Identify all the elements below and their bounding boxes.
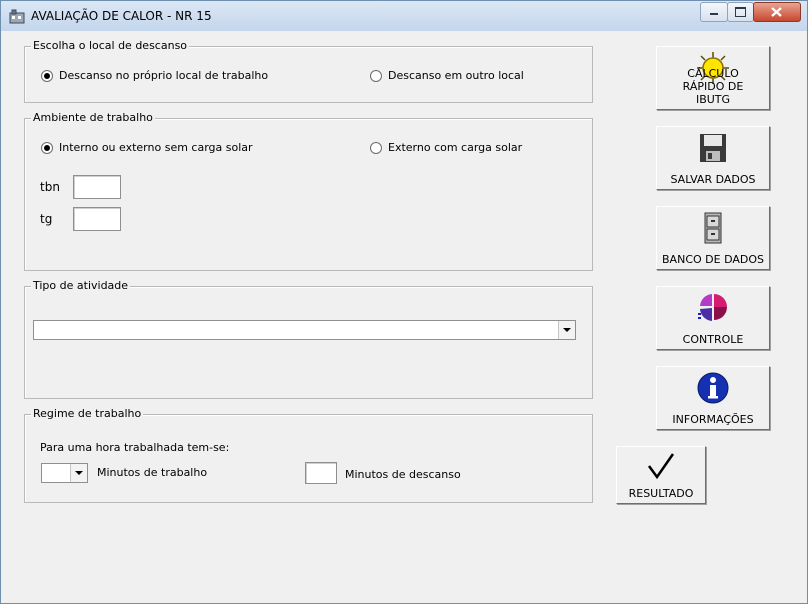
minimize-button[interactable] [700, 2, 728, 22]
regime-intro-text: Para uma hora trabalhada tem-se: [40, 441, 230, 454]
maximize-button[interactable] [727, 2, 754, 22]
quick-ibutg-label: CÁLCULO RÁPIDO DE IBUTG [682, 67, 744, 106]
checkmark-icon [647, 453, 675, 480]
radio-rest-other-label: Descanso em outro local [388, 69, 524, 82]
environment-legend: Ambiente de trabalho [31, 111, 155, 124]
maximize-icon [735, 7, 746, 17]
radio-env-internal-label: Interno ou externo sem carga solar [59, 141, 253, 154]
work-regime-group: Regime de trabalho Para uma hora trabalh… [24, 407, 593, 503]
radio-env-external[interactable]: Externo com carga solar [370, 141, 522, 154]
information-label: INFORMAÇÕES [672, 413, 754, 426]
activity-select-arrow[interactable] [558, 321, 575, 339]
radio-env-external-label: Externo com carga solar [388, 141, 523, 154]
main-window: AVALIAÇÃO DE CALOR - NR 15 Escolha o loc… [0, 0, 808, 604]
info-icon [697, 372, 729, 404]
radio-env-internal[interactable]: Interno ou externo sem carga solar [41, 141, 253, 154]
database-button[interactable]: BANCO DE DADOS [656, 206, 770, 270]
control-button[interactable]: CONTROLE [656, 286, 770, 350]
activity-select[interactable] [33, 320, 576, 340]
window-title: AVALIAÇÃO DE CALOR - NR 15 [31, 9, 212, 23]
work-minutes-select[interactable] [41, 463, 88, 483]
radio-dot[interactable] [41, 69, 53, 82]
save-data-label: SALVAR DADOS [670, 173, 756, 186]
radio-dot[interactable] [41, 141, 53, 154]
chevron-down-icon [563, 328, 571, 332]
tbn-input[interactable] [73, 175, 121, 199]
database-label: BANCO DE DADOS [662, 253, 764, 266]
chevron-down-icon [75, 471, 83, 475]
tg-input[interactable] [73, 207, 121, 231]
quick-ibutg-button[interactable]: CÁLCULO RÁPIDO DE IBUTG [656, 46, 770, 110]
tbn-label: tbn [40, 180, 60, 194]
pie-chart-icon [698, 294, 727, 321]
radio-dot[interactable] [370, 141, 382, 154]
rest-minutes-label: Minutos de descanso [345, 468, 461, 481]
result-label: RESULTADO [628, 487, 694, 500]
work-minutes-label: Minutos de trabalho [97, 466, 208, 479]
radio-rest-other[interactable]: Descanso em outro local [370, 69, 524, 82]
radio-rest-own[interactable]: Descanso no próprio local de trabalho [41, 69, 268, 82]
work-regime-legend: Regime de trabalho [31, 407, 144, 420]
save-data-button[interactable]: SALVAR DADOS [656, 126, 770, 190]
minimize-icon [710, 13, 718, 15]
rest-location-legend: Escolha o local de descanso [31, 39, 190, 52]
control-label: CONTROLE [682, 333, 744, 346]
close-icon [771, 7, 782, 17]
activity-group: Tipo de atividade [24, 279, 593, 399]
app-icon [9, 9, 25, 24]
radio-dot[interactable] [370, 69, 382, 82]
close-button[interactable] [753, 2, 801, 22]
rest-minutes-input[interactable] [305, 462, 337, 484]
tg-label: tg [40, 212, 53, 226]
work-minutes-arrow[interactable] [70, 464, 87, 482]
environment-group: Ambiente de trabalho Interno ou externo … [24, 111, 593, 271]
radio-rest-own-label: Descanso no próprio local de trabalho [59, 69, 269, 82]
title-bar: AVALIAÇÃO DE CALOR - NR 15 [1, 1, 807, 31]
file-cabinet-icon [704, 212, 722, 244]
activity-legend: Tipo de atividade [31, 279, 131, 292]
floppy-disk-icon [700, 134, 726, 162]
information-button[interactable]: INFORMAÇÕES [656, 366, 770, 430]
result-button[interactable]: RESULTADO [616, 446, 706, 504]
rest-location-group: Escolha o local de descanso Descanso no … [24, 39, 593, 103]
